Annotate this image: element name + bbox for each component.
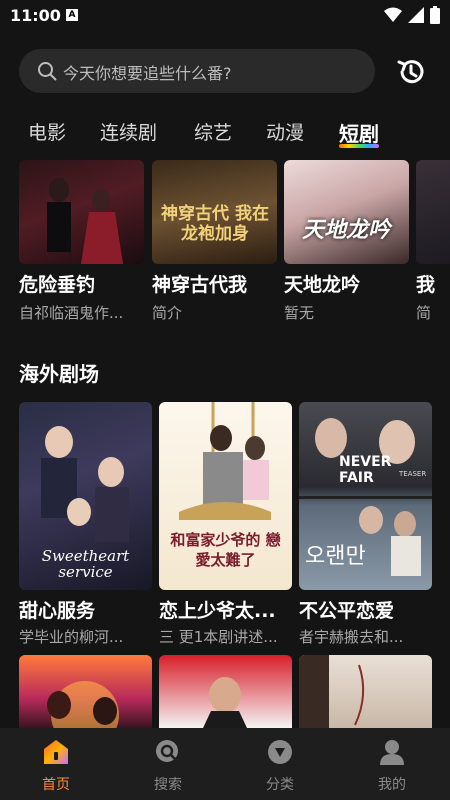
history-icon[interactable] xyxy=(395,56,427,88)
tab-short-drama[interactable]: 短剧 xyxy=(339,118,379,147)
section-title-overseas: 海外剧场 xyxy=(19,362,99,386)
nav-category[interactable]: 分类 xyxy=(224,728,336,800)
tab-movie[interactable]: 电影 xyxy=(28,118,66,145)
search-placeholder: 今天你想要追些什么番? xyxy=(63,64,232,83)
nav-label: 搜索 xyxy=(154,777,182,793)
poster-badge: TEASER xyxy=(399,470,427,478)
card-subtitle: 学毕业的柳河... xyxy=(19,628,124,646)
status-time: 11:00 xyxy=(10,6,61,25)
poster-image: 神穿古代 我在龙袍加身 xyxy=(152,160,277,264)
category-icon xyxy=(268,740,292,764)
poster-title-art: Sweetheart service xyxy=(41,547,130,581)
status-bar: 11:00 A xyxy=(0,0,450,32)
card-title: 危险垂钓 xyxy=(19,274,96,296)
poster-image: NEVER FAIR TEASER 오랜만 xyxy=(299,402,432,590)
tab-variety[interactable]: 综艺 xyxy=(194,118,232,145)
battery-icon xyxy=(430,6,440,24)
poster-image: 天地龙吟 xyxy=(284,160,409,264)
profile-icon xyxy=(380,740,404,765)
card-title: 不公平恋爱 xyxy=(299,600,395,622)
notification-badge-icon: A xyxy=(66,9,78,21)
poster-figures xyxy=(47,681,119,728)
poster-figures xyxy=(203,677,247,728)
search-icon xyxy=(156,740,178,762)
poster-image: 和富家少爷的 戀愛太難了 xyxy=(159,402,292,590)
drama-card-overseas-5[interactable] xyxy=(159,655,292,728)
poster-image: Sweetheart service xyxy=(19,402,152,590)
card-title: 恋上少爷太... xyxy=(159,600,276,622)
poster-title-art: 和富家少爷的 戀愛太難了 xyxy=(170,531,281,569)
poster-image xyxy=(19,160,144,264)
card-title: 甜心服务 xyxy=(19,600,96,622)
poster-title-art: 神穿古代 我在龙袍加身 xyxy=(161,204,269,244)
poster-title-art: 天地龙吟 xyxy=(301,217,390,243)
card-subtitle: 暂无 xyxy=(284,304,315,322)
card-title: 神穿古代我 xyxy=(152,274,248,296)
status-icons xyxy=(384,6,440,24)
search-input[interactable]: 今天你想要追些什么番? xyxy=(19,49,375,93)
nav-profile[interactable]: 我的 xyxy=(336,728,448,800)
nav-search[interactable]: 搜索 xyxy=(112,728,224,800)
nav-label: 分类 xyxy=(266,777,294,793)
card-title: 我 xyxy=(416,274,436,296)
signal-icon xyxy=(408,7,424,23)
active-tab-indicator xyxy=(339,144,379,148)
nav-label: 首页 xyxy=(42,777,70,793)
card-subtitle: 简介 xyxy=(152,304,183,322)
poster-korean-text: 오랜만 xyxy=(305,544,366,569)
nav-label: 我的 xyxy=(378,777,406,793)
home-icon xyxy=(44,740,68,764)
drama-card-overseas-6[interactable] xyxy=(299,655,432,728)
nav-home[interactable]: 首页 xyxy=(0,728,112,800)
card-subtitle: 简 xyxy=(416,304,432,322)
card-subtitle: 三 更1本剧讲述... xyxy=(159,628,278,646)
drama-card-overseas-4[interactable] xyxy=(19,655,152,728)
bottom-nav: 首页 搜索 分类 我的 xyxy=(0,728,450,800)
poster-figures xyxy=(47,178,123,264)
card-subtitle: 者宇赫搬去和... xyxy=(299,628,404,646)
category-tabs: 电影 连续剧 综艺 动漫 短剧 xyxy=(0,112,450,152)
search-icon xyxy=(38,62,57,81)
poster-image xyxy=(416,160,450,264)
poster-figures xyxy=(299,655,365,728)
wifi-icon xyxy=(384,7,402,22)
tab-series[interactable]: 连续剧 xyxy=(100,118,157,145)
tab-anime[interactable]: 动漫 xyxy=(266,118,304,145)
card-title: 天地龙吟 xyxy=(284,274,361,296)
card-subtitle: 自祁临酒鬼作... xyxy=(19,304,124,322)
